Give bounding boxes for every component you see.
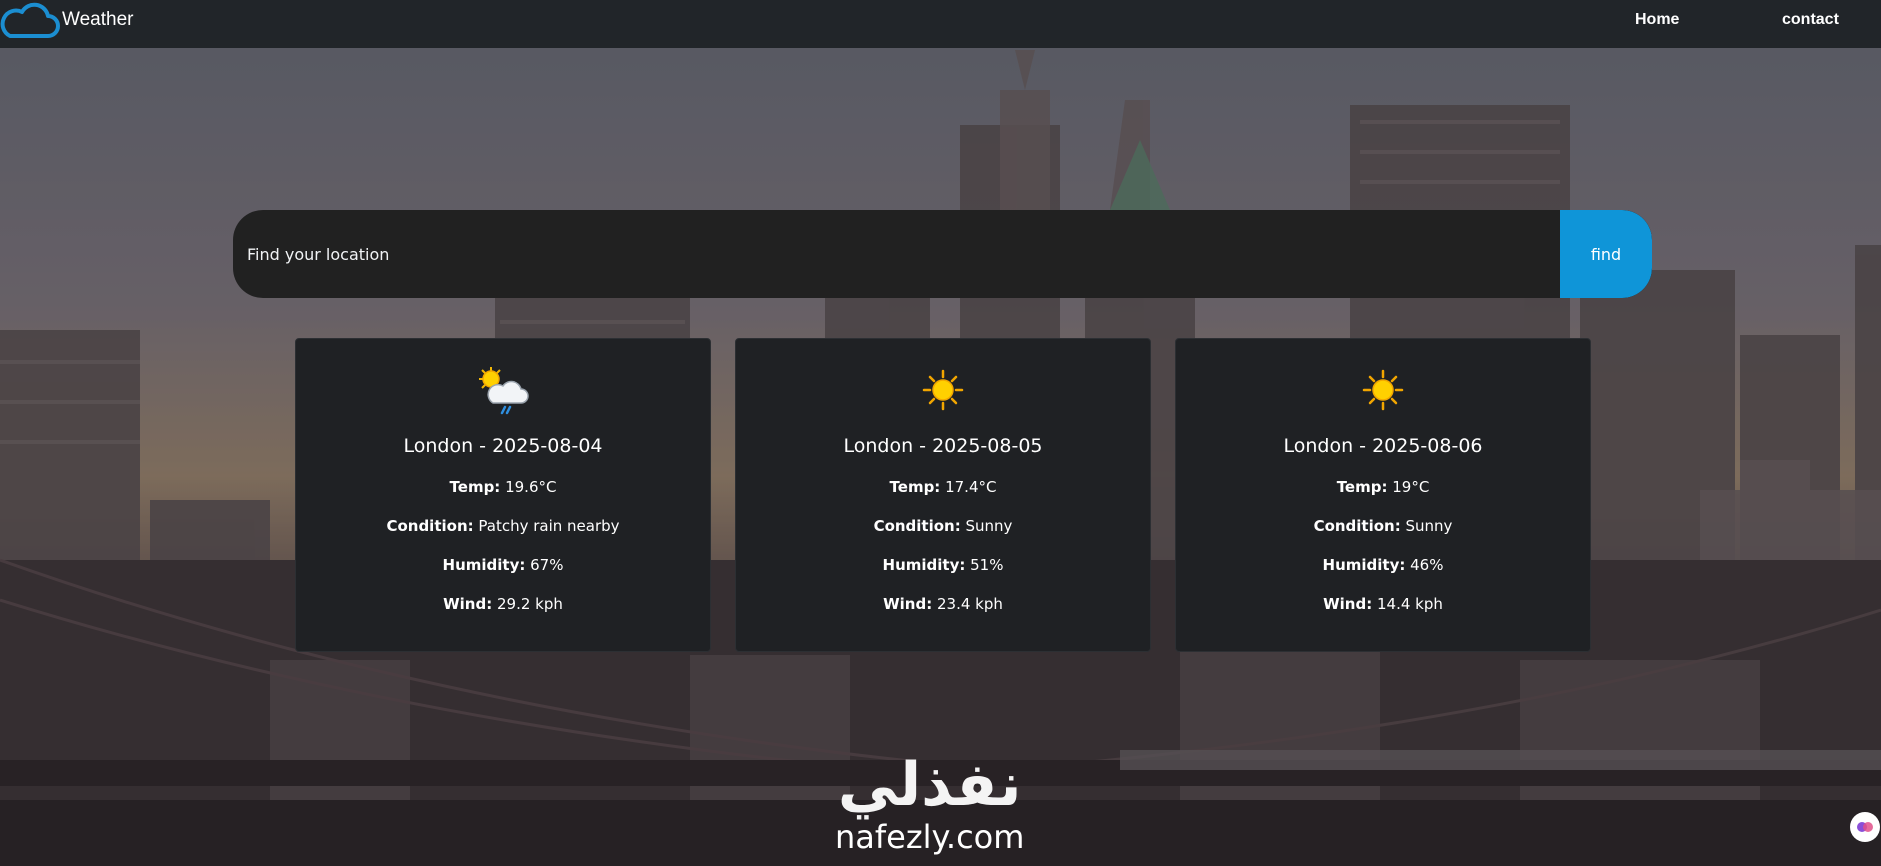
sun-icon: [1176, 363, 1590, 417]
navbar: Weather Home contact: [0, 0, 1881, 48]
wind-value: 23.4 kph: [937, 595, 1003, 613]
wind-value: 29.2 kph: [497, 595, 563, 613]
wind-label: Wind:: [443, 595, 493, 613]
cloud-icon: [0, 0, 60, 40]
page: Weather Home contact find: [0, 0, 1881, 866]
sun-icon: [736, 363, 1150, 417]
forecast-card: London - 2025-08-04 Temp: 19.6°C Conditi…: [295, 338, 711, 652]
temp-value: 19°C: [1392, 478, 1430, 496]
partly-cloudy-rain-icon: [296, 363, 710, 417]
watermark-latin: nafezly.com: [835, 818, 1025, 856]
condition-row: Condition: Sunny: [1176, 517, 1590, 535]
humidity-value: 51%: [970, 556, 1004, 574]
humidity-row: Humidity: 51%: [736, 556, 1150, 574]
temp-row: Temp: 19.6°C: [296, 478, 710, 496]
card-title: London - 2025-08-04: [403, 435, 603, 457]
forecast-card: London - 2025-08-05 Temp: 17.4°C Conditi…: [735, 338, 1151, 652]
wind-row: Wind: 14.4 kph: [1176, 595, 1590, 613]
humidity-value: 67%: [530, 556, 564, 574]
humidity-label: Humidity:: [442, 556, 526, 574]
temp-row: Temp: 19°C: [1176, 478, 1590, 496]
condition-label: Condition:: [873, 517, 961, 535]
condition-row: Condition: Sunny: [736, 517, 1150, 535]
wind-value: 14.4 kph: [1377, 595, 1443, 613]
condition-label: Condition:: [386, 517, 474, 535]
wind-row: Wind: 23.4 kph: [736, 595, 1150, 613]
nav-home-link[interactable]: Home: [1635, 11, 1679, 29]
condition-row: Condition: Patchy rain nearby: [296, 517, 710, 535]
card-title: London - 2025-08-06: [1283, 435, 1483, 457]
watermark: نفذلي nafezly.com: [835, 755, 1024, 855]
assistant-badge-icon[interactable]: [1850, 812, 1880, 842]
humidity-label: Humidity:: [882, 556, 966, 574]
temp-label: Temp:: [449, 478, 501, 496]
wind-row: Wind: 29.2 kph: [296, 595, 710, 613]
temp-label: Temp:: [1336, 478, 1388, 496]
watermark-arabic: نفذلي: [837, 750, 1022, 820]
temp-value: 19.6°C: [505, 478, 557, 496]
condition-label: Condition:: [1313, 517, 1401, 535]
temp-label: Temp:: [889, 478, 941, 496]
forecast-cards: London - 2025-08-04 Temp: 19.6°C Conditi…: [295, 338, 1591, 652]
find-button[interactable]: find: [1560, 210, 1652, 298]
wind-label: Wind:: [883, 595, 933, 613]
temp-value: 17.4°C: [945, 478, 997, 496]
condition-value: Sunny: [1405, 517, 1453, 535]
search-input[interactable]: [233, 210, 1560, 298]
card-title: London - 2025-08-05: [843, 435, 1043, 457]
humidity-label: Humidity:: [1322, 556, 1406, 574]
search-bar: find: [233, 210, 1652, 298]
condition-value: Sunny: [965, 517, 1013, 535]
temp-row: Temp: 17.4°C: [736, 478, 1150, 496]
brand[interactable]: Weather: [0, 0, 133, 40]
humidity-value: 46%: [1410, 556, 1444, 574]
humidity-row: Humidity: 46%: [1176, 556, 1590, 574]
condition-value: Patchy rain nearby: [478, 517, 620, 535]
nav-contact-link[interactable]: contact: [1782, 11, 1839, 29]
wind-label: Wind:: [1323, 595, 1373, 613]
forecast-card: London - 2025-08-06 Temp: 19°C Condition…: [1175, 338, 1591, 652]
brand-name: Weather: [62, 9, 134, 30]
humidity-row: Humidity: 67%: [296, 556, 710, 574]
